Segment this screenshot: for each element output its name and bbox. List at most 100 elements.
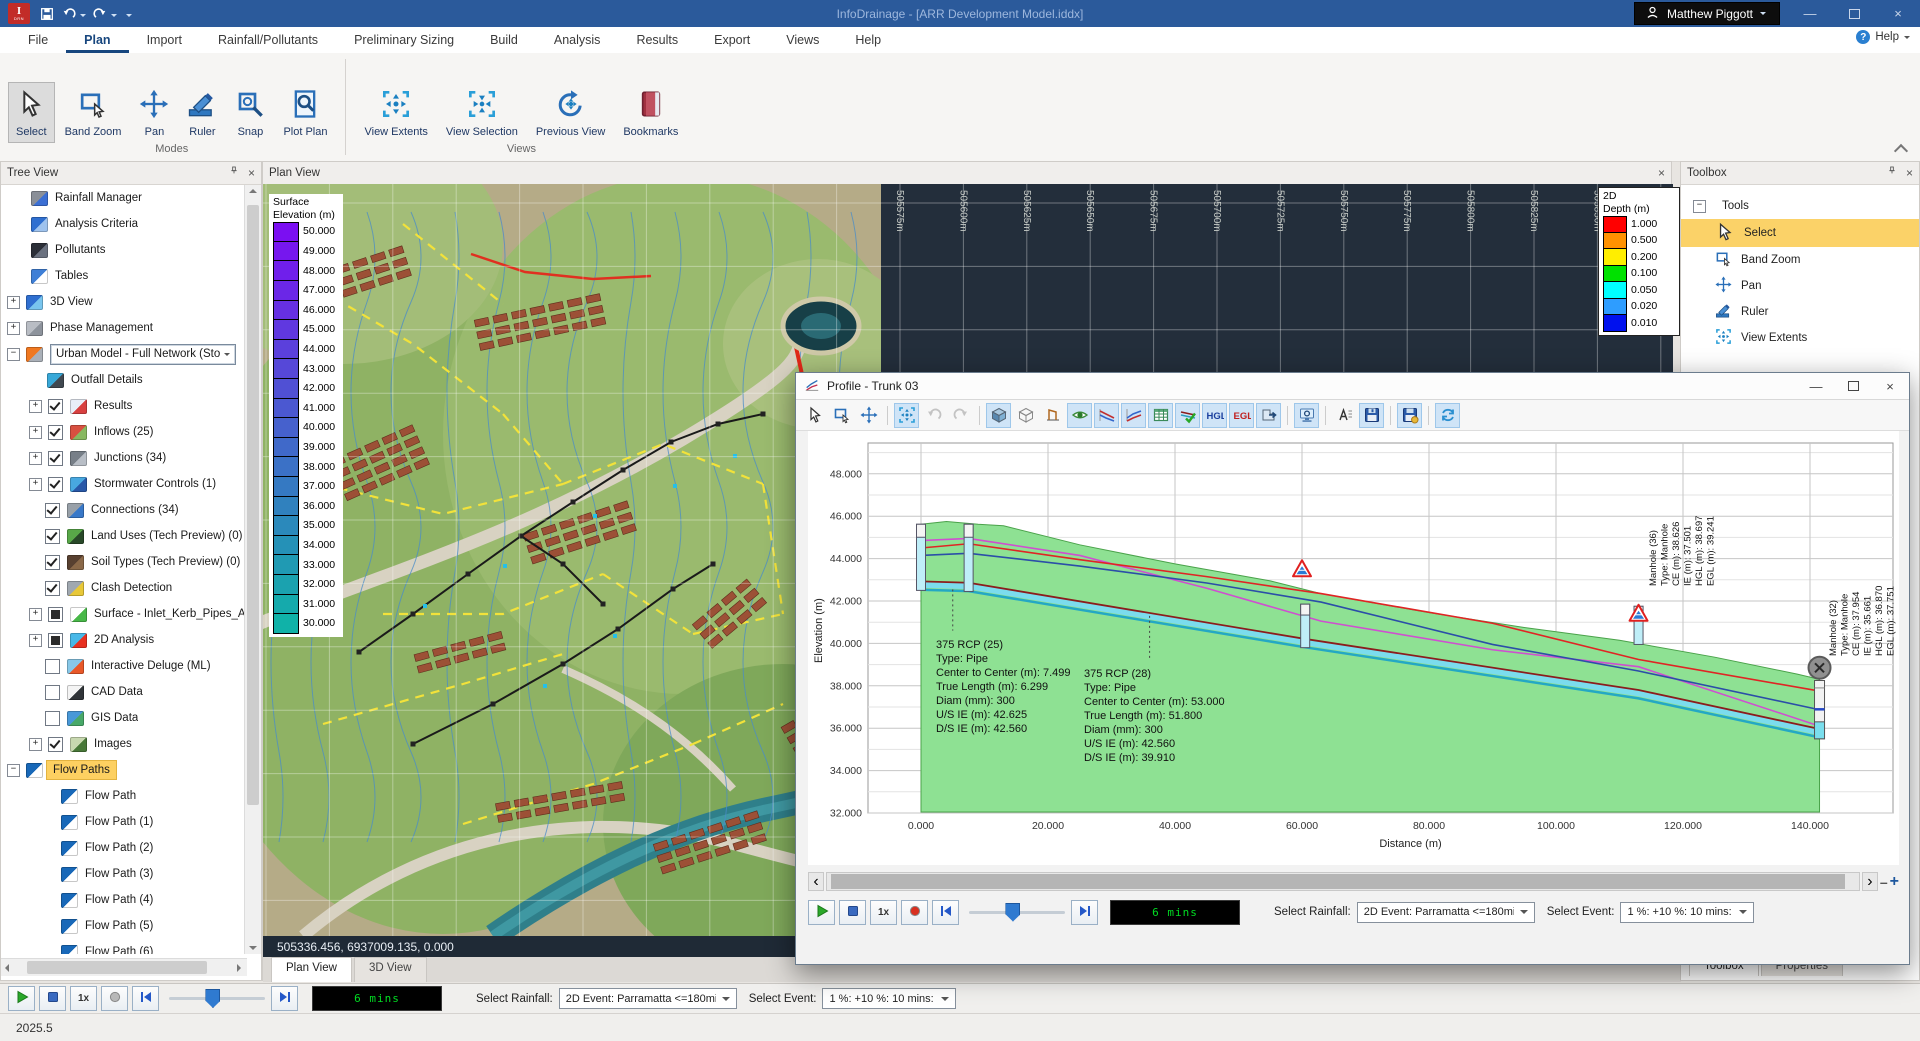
expander-icon[interactable]: + [29,738,42,751]
pan-button[interactable]: Pan [131,82,177,143]
tree-item-rainfall-manager[interactable]: Rainfall Manager [1,185,245,211]
menu-preliminary-sizing[interactable]: Preliminary Sizing [336,28,472,53]
close-panel-icon[interactable]: × [1906,167,1913,179]
profile-tool-cursor-button[interactable] [802,403,827,428]
tree-item-outfall-details[interactable]: Outfall Details [1,367,245,393]
visibility-checkbox[interactable] [45,685,60,700]
visibility-checkbox[interactable] [45,711,60,726]
expander-icon[interactable]: + [29,634,42,647]
visibility-checkbox[interactable] [48,477,63,492]
tree-item-phase-management[interactable]: +Phase Management [1,315,245,341]
profile-tool-profile-up-button[interactable] [1121,403,1146,428]
play-button[interactable] [808,900,835,925]
profile-minimize-button[interactable]: — [1801,374,1831,398]
profile-tool-save-as-button[interactable] [1397,403,1422,428]
menu-analysis[interactable]: Analysis [536,28,619,53]
speed-button[interactable]: 1x [870,900,897,925]
speed-button[interactable]: 1x [70,986,97,1011]
expander-icon[interactable]: + [29,478,42,491]
play-button[interactable] [8,986,35,1011]
time-slider[interactable] [969,901,1065,924]
tree-item-land-uses-tech-preview-0[interactable]: Land Uses (Tech Preview) (0) [1,523,245,549]
profile-tool-band-zoom-button[interactable] [829,403,854,428]
tree-item-3d-view[interactable]: +3D View [1,289,245,315]
tree-item-results[interactable]: +Results [1,393,245,419]
menu-file[interactable]: File [10,28,66,53]
undo-dropdown-icon[interactable] [80,14,86,20]
scroll-left-icon[interactable]: ‹ [808,872,824,891]
scroll-right-icon[interactable] [237,964,241,972]
tree-item-soil-types-tech-preview-0[interactable]: Soil Types (Tech Preview) (0) [1,549,245,575]
scroll-up-icon[interactable] [249,189,257,193]
menu-build[interactable]: Build [472,28,536,53]
visibility-checkbox[interactable] [45,503,60,518]
plot-plan-button[interactable]: Plot Plan [275,82,335,143]
tree-item-stormwater-controls-1[interactable]: +Stormwater Controls (1) [1,471,245,497]
expander-icon[interactable]: + [29,608,42,621]
toolbox-item-select[interactable]: Select [1681,219,1919,247]
tree-item-flow-path-5[interactable]: Flow Path (5) [1,913,245,939]
visibility-checkbox[interactable] [48,399,63,414]
restore-button[interactable] [1832,0,1876,27]
profile-maximize-button[interactable] [1838,374,1868,398]
tree-item-flow-path[interactable]: Flow Path [1,783,245,809]
ruler-button[interactable]: Ruler [179,82,225,143]
tree-item-cad-data[interactable]: CAD Data [1,679,245,705]
toolbox-item-view-extents[interactable]: View Extents [1681,325,1919,351]
visibility-checkbox[interactable] [48,737,63,752]
tree-item-clash-detection[interactable]: Clash Detection [1,575,245,601]
close-panel-icon[interactable]: × [1658,167,1665,179]
user-menu[interactable]: Matthew Piggott [1634,2,1780,25]
help-link[interactable]: ? Help [1856,30,1910,44]
save-icon[interactable] [36,3,58,25]
stop-button[interactable] [39,986,66,1011]
profile-tool-report-button[interactable] [1294,403,1319,428]
minimize-button[interactable]: — [1788,0,1832,27]
rainfall-dropdown[interactable]: 2D Event: Parramatta <=180min [559,988,737,1009]
tree-vertical-scrollbar[interactable] [244,185,261,954]
event-dropdown[interactable]: 1 %: +10 %: 10 mins: 2 [1620,902,1754,923]
tree-item-flow-path-3[interactable]: Flow Path (3) [1,861,245,887]
tree-item-urban-model-full-network-sto[interactable]: −Urban Model - Full Network (Sto [1,341,245,367]
tree-item-flow-path-6[interactable]: Flow Path (6) [1,939,245,954]
profile-tool-table-button[interactable] [1148,403,1173,428]
tree-item-inflows-25[interactable]: +Inflows (25) [1,419,245,445]
band-zoom-button[interactable]: Band Zoom [57,82,130,143]
pin-icon[interactable] [230,166,242,180]
skip-end-button[interactable] [1071,900,1098,925]
toolbox-item-ruler[interactable]: Ruler [1681,299,1919,325]
snap-button[interactable]: Snap [227,82,273,143]
record-button[interactable] [101,986,128,1011]
record-button[interactable] [901,900,928,925]
profile-tool-profile-down-button[interactable] [1094,403,1119,428]
profile-tool-save-button[interactable] [1359,403,1384,428]
menu-plan[interactable]: Plan [66,28,128,53]
visibility-checkbox[interactable] [45,555,60,570]
tree-item-flow-paths[interactable]: −Flow Paths [1,757,245,783]
tree-item-junctions-34[interactable]: +Junctions (34) [1,445,245,471]
menu-views[interactable]: Views [768,28,837,53]
view-extents-button[interactable]: View Extents [356,82,435,143]
visibility-checkbox[interactable] [48,425,63,440]
scroll-down-icon[interactable] [249,946,257,950]
tree-item-flow-path-4[interactable]: Flow Path (4) [1,887,245,913]
tree-item-flow-path-1[interactable]: Flow Path (1) [1,809,245,835]
time-slider[interactable] [169,987,265,1010]
tree-item-surface-inlet-kerb-pipes-ana[interactable]: +Surface - Inlet_Kerb_Pipes_Ana [1,601,245,627]
profile-tool-labels-button[interactable] [1332,403,1357,428]
profile-tool-pan-button[interactable] [856,403,881,428]
redo-dropdown-icon[interactable] [111,14,117,20]
profile-tool-refresh-button[interactable] [1435,403,1460,428]
visibility-checkbox[interactable] [45,581,60,596]
expander-icon[interactable]: − [7,348,20,361]
expander-icon[interactable]: + [29,452,42,465]
visibility-checkbox[interactable] [48,607,63,622]
stop-button[interactable] [839,900,866,925]
expander-icon[interactable]: + [7,296,20,309]
event-dropdown[interactable]: 1 %: +10 %: 10 mins: 2 [822,988,956,1009]
zoom-out-icon[interactable]: – [1880,875,1888,889]
tree-item-tables[interactable]: Tables [1,263,245,289]
profile-tool-section-button[interactable] [1040,403,1065,428]
profile-horizontal-scrollbar[interactable]: ‹ › – + [808,872,1899,891]
expander-icon[interactable]: + [7,322,20,335]
